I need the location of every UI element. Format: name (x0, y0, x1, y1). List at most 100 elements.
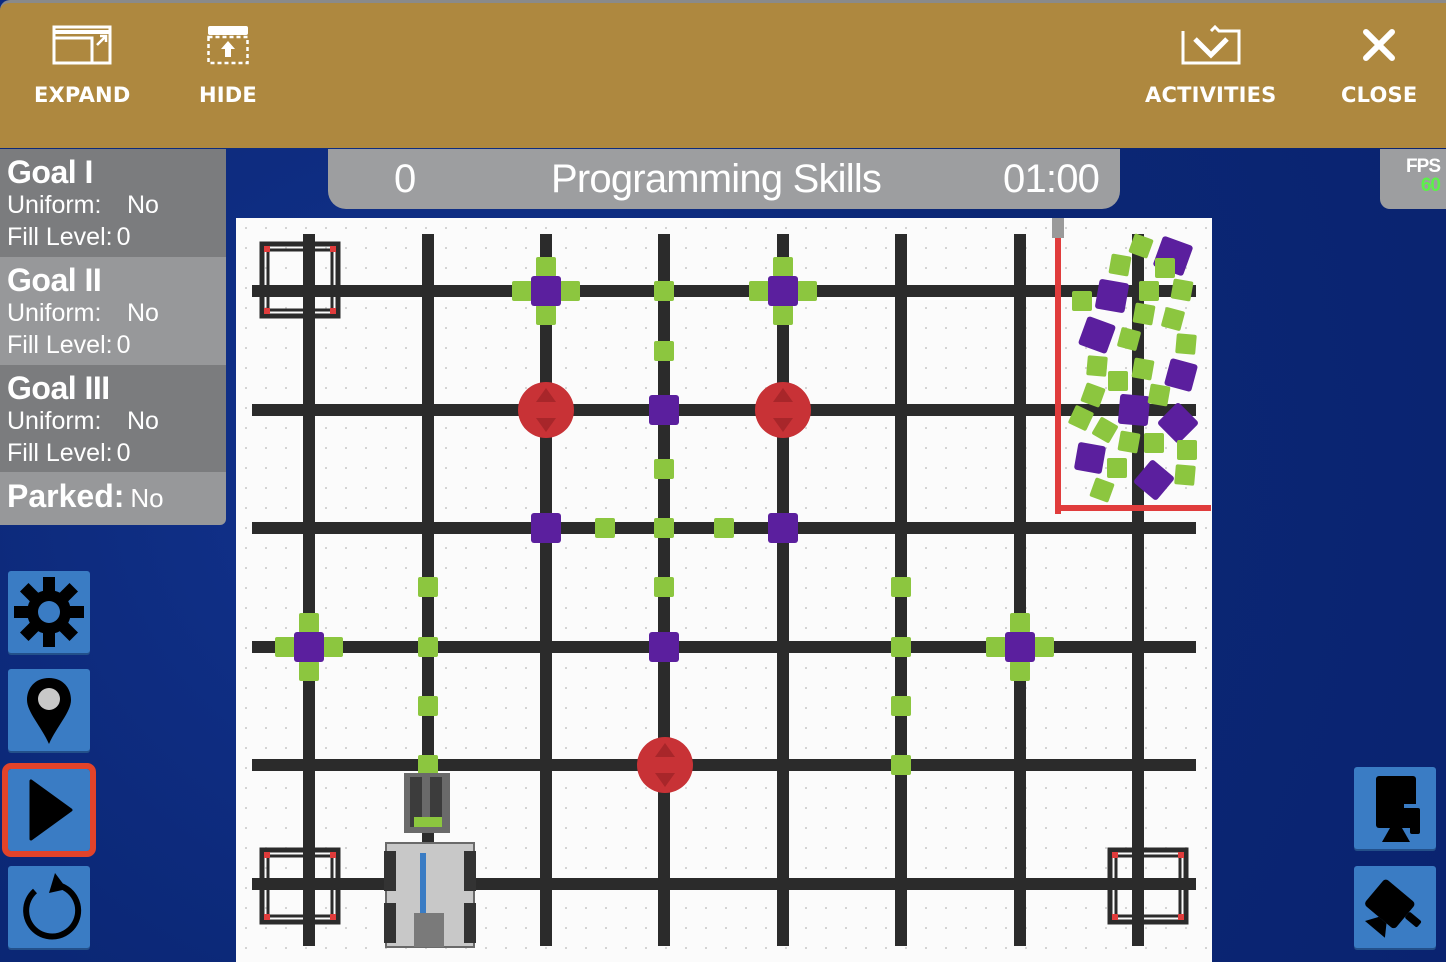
green-cube (891, 577, 911, 597)
purple-cube (768, 513, 798, 543)
green-cube (891, 637, 911, 657)
reset-icon (23, 873, 82, 940)
green-cube (1089, 477, 1115, 503)
robot-brain-cable (420, 853, 426, 913)
fill-level-label: Fill Level: (7, 439, 113, 467)
purple-cube (1078, 316, 1116, 354)
goal-zone-corner (1112, 852, 1118, 858)
goal-zone-corner (1112, 914, 1118, 920)
play-icon (29, 779, 73, 841)
robot-wheel (384, 851, 396, 891)
goal-zone-corner (264, 308, 270, 314)
green-cube (1174, 464, 1196, 486)
goal-zone-corner (1178, 852, 1184, 858)
goal-status-panel: Goal I Uniform: No Fill Level: 0 Goal II U… (0, 149, 226, 525)
top-camera-button[interactable] (1354, 767, 1436, 849)
green-cube (797, 281, 817, 301)
goal-title: Goal I (7, 154, 93, 190)
fill-level-value: 0 (116, 331, 131, 359)
goal-zone-corner (330, 852, 336, 858)
expand-icon (52, 25, 112, 65)
green-cube (654, 341, 674, 361)
green-cube (299, 613, 319, 633)
expand-button[interactable]: EXPAND (34, 25, 130, 107)
robot[interactable] (384, 773, 476, 948)
purple-cube (531, 276, 561, 306)
green-cube (1010, 613, 1030, 633)
play-button[interactable] (2, 763, 96, 857)
hide-button[interactable]: HIDE (199, 25, 257, 107)
purple-cube (294, 632, 324, 662)
settings-button[interactable] (8, 571, 90, 653)
robot-held-cube (414, 817, 442, 827)
green-cube (323, 637, 343, 657)
field-goal-zones (259, 241, 1189, 925)
fps-value: 60 (1420, 175, 1441, 196)
reset-button[interactable] (8, 866, 90, 948)
fps-counter: FPS 60 (1380, 149, 1446, 209)
parked-value: No (130, 483, 164, 513)
field-canvas (252, 218, 1211, 948)
gear-icon (14, 577, 84, 647)
goal-title: Goal II (7, 262, 102, 298)
mode-title: Programming Skills (551, 157, 882, 201)
tape-horizontal (1055, 505, 1211, 511)
grid-line-vertical (303, 234, 315, 946)
green-cube (1108, 371, 1128, 391)
green-cube (654, 459, 674, 479)
uniform-label: Uniform: (7, 191, 102, 219)
hide-icon (207, 26, 249, 65)
green-cube (749, 281, 769, 301)
purple-cube (1074, 442, 1106, 474)
green-cube (275, 637, 295, 657)
grid-line-horizontal (252, 641, 1196, 653)
green-cube (654, 577, 674, 597)
goal-2-status: Goal II Uniform: No Fill Level: 0 (0, 257, 226, 365)
robot-wheel (464, 851, 476, 891)
green-cube (1108, 253, 1132, 277)
green-cube (654, 281, 674, 301)
tape-end-marker (1052, 218, 1064, 238)
fill-level-label: Fill Level: (7, 331, 113, 359)
green-cube (1107, 458, 1127, 478)
green-cube (1144, 433, 1164, 453)
green-cube (536, 257, 556, 277)
green-cube (595, 518, 615, 538)
green-cube (418, 755, 438, 775)
scoreboard: 0 Programming Skills 01:00 (328, 149, 1120, 209)
green-cube (560, 281, 580, 301)
grid-line-vertical (1014, 234, 1026, 946)
parked-label: Parked: (7, 478, 125, 514)
angled-camera-button[interactable] (1354, 866, 1436, 948)
position-button[interactable] (8, 669, 90, 751)
expand-label: EXPAND (34, 83, 131, 107)
green-cube (1155, 258, 1175, 278)
goal-zone-outer (259, 241, 341, 319)
purple-cube (1095, 279, 1129, 313)
green-cube (418, 577, 438, 597)
close-button[interactable]: CLOSE (1341, 25, 1417, 107)
uniform-value: No (127, 191, 159, 219)
goal-zone-corner (330, 246, 336, 252)
activities-button[interactable]: ACTIVITIES (1145, 25, 1276, 107)
goal-zone-corner (330, 308, 336, 314)
green-cube (1132, 302, 1156, 326)
green-cube (299, 661, 319, 681)
grid-line-vertical (777, 234, 789, 946)
robot-wheel (464, 903, 476, 943)
activities-icon (1181, 25, 1241, 65)
green-cube (654, 518, 674, 538)
goal-zone-corner (264, 914, 270, 920)
uniform-value: No (127, 407, 159, 435)
goal-3-status: Goal III Uniform: No Fill Level: 0 (0, 365, 226, 472)
green-cube (512, 281, 532, 301)
green-cube (1161, 307, 1185, 331)
grid-line-horizontal (252, 285, 1196, 297)
goal-zone-corner (264, 246, 270, 252)
green-cube (1010, 661, 1030, 681)
green-cube (1177, 440, 1197, 460)
camera-top-icon (1376, 776, 1420, 842)
grid-line-horizontal (252, 404, 1196, 416)
purple-cube (1005, 632, 1035, 662)
green-cube (1170, 278, 1194, 302)
